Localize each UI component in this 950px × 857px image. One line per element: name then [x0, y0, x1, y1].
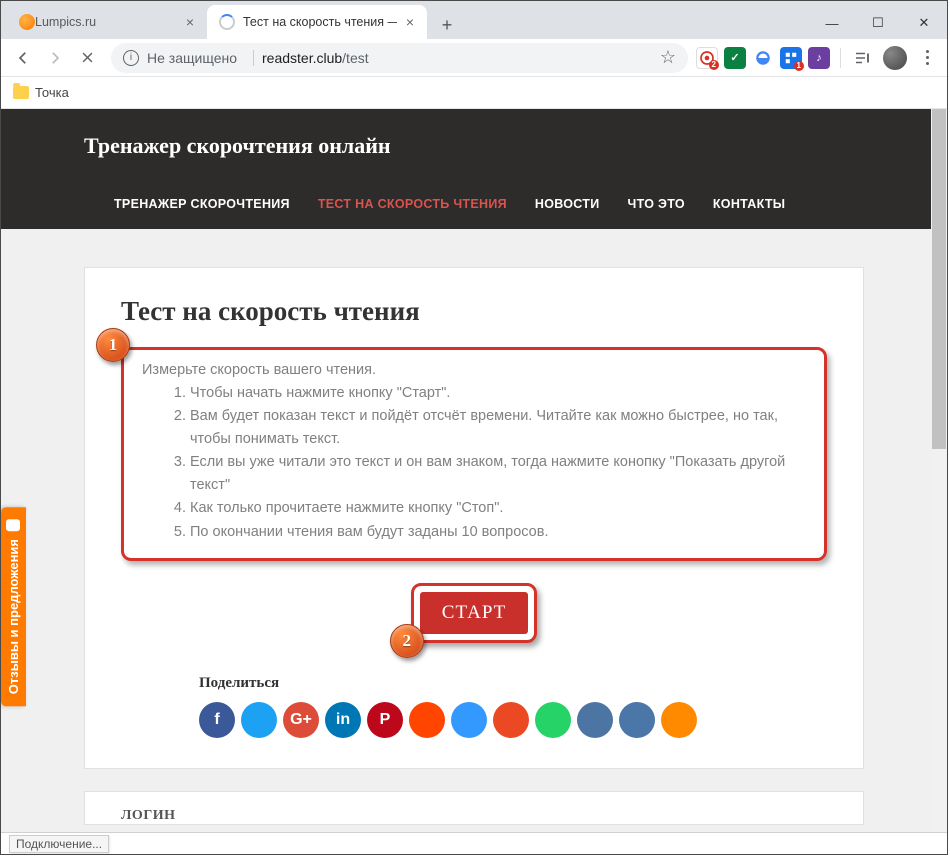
info-icon[interactable]: i: [123, 50, 139, 66]
annotation-marker-2: 2: [390, 624, 424, 658]
instructions-callout: 1 Измерьте скорость вашего чтения. Чтобы…: [121, 347, 827, 561]
instruction-step: Вам будет показан текст и пойдёт отсчёт …: [190, 405, 806, 450]
bookmark-folder[interactable]: Точка: [13, 85, 69, 100]
share-icon[interactable]: [451, 702, 487, 738]
share-title: Поделиться: [199, 675, 827, 692]
tab-title: Тест на скорость чтения — Тре: [243, 15, 397, 29]
close-icon[interactable]: ×: [403, 15, 417, 29]
tabstrip: Lumpics.ru × Тест на скорость чтения — Т…: [1, 5, 461, 39]
profile-avatar[interactable]: [883, 46, 907, 70]
tab-readster[interactable]: Тест на скорость чтения — Тре ×: [207, 5, 427, 39]
page-body: Тест на скорость чтения 1 Измерьте скоро…: [1, 229, 947, 829]
share-icon[interactable]: f: [199, 702, 235, 738]
share-icon[interactable]: [577, 702, 613, 738]
divider: [840, 48, 841, 68]
loading-spinner-icon: [219, 14, 235, 30]
share-icon[interactable]: in: [325, 702, 361, 738]
share-icons: f G+inP: [199, 702, 827, 738]
bookmark-star-icon[interactable]: ☆: [660, 47, 676, 68]
forward-button: [39, 42, 71, 74]
statusbar: Подключение...: [1, 832, 947, 854]
bookmarks-bar: Точка: [1, 77, 947, 109]
window-controls: ― ☐ ✕: [809, 7, 947, 39]
toolbar: i Не защищено readster.club/test ☆ 2 ✓ 1…: [1, 39, 947, 77]
annotation-marker-1: 1: [96, 328, 130, 362]
share-icon[interactable]: G+: [283, 702, 319, 738]
article-card: Тест на скорость чтения 1 Измерьте скоро…: [84, 267, 864, 769]
tab-lumpics[interactable]: Lumpics.ru ×: [7, 5, 207, 39]
bookmark-label: Точка: [35, 85, 69, 100]
extension-icon[interactable]: 1: [780, 47, 802, 69]
url-text: readster.club/test: [262, 50, 369, 66]
nav-news[interactable]: НОВОСТИ: [535, 197, 600, 211]
scrollbar[interactable]: [931, 109, 947, 832]
page-header: Тренажер скорочтения онлайн ТРЕНАЖЕР СКО…: [1, 109, 947, 229]
share-icon[interactable]: P: [367, 702, 403, 738]
stop-reload-button[interactable]: [71, 42, 103, 74]
extension-icons: 2 ✓ 1 ♪: [696, 47, 873, 69]
nav-contacts[interactable]: КОНТАКТЫ: [713, 197, 785, 211]
extension-icon[interactable]: ✓: [724, 47, 746, 69]
share-icon[interactable]: [241, 702, 277, 738]
folder-icon: [13, 86, 29, 99]
site-title[interactable]: Тренажер скорочтения онлайн: [84, 133, 864, 181]
extension-icon[interactable]: [752, 47, 774, 69]
share-block: Поделиться f G+inP: [199, 675, 827, 738]
minimize-button[interactable]: ―: [809, 7, 855, 39]
login-card: ЛОГИН: [84, 791, 864, 825]
extension-icon[interactable]: 2: [696, 47, 718, 69]
maximize-button[interactable]: ☐: [855, 7, 901, 39]
share-icon[interactable]: [409, 702, 445, 738]
share-icon[interactable]: [661, 702, 697, 738]
tab-title: Lumpics.ru: [35, 15, 177, 29]
status-text: Подключение...: [9, 835, 109, 853]
share-icon[interactable]: [493, 702, 529, 738]
scroll-thumb[interactable]: [932, 109, 946, 449]
share-icon[interactable]: [619, 702, 655, 738]
start-callout: СТАРТ 2: [411, 583, 537, 643]
feedback-tab[interactable]: Отзывы и предложения: [1, 507, 26, 706]
nav-about[interactable]: ЧТО ЭТО: [628, 197, 685, 211]
instruction-step: Как только прочитаете нажмите кнопку "Ст…: [190, 497, 806, 519]
share-icon[interactable]: [535, 702, 571, 738]
back-button[interactable]: [7, 42, 39, 74]
viewport: Тренажер скорочтения онлайн ТРЕНАЖЕР СКО…: [1, 109, 947, 832]
close-button[interactable]: ✕: [901, 7, 947, 39]
reading-list-icon[interactable]: [851, 47, 873, 69]
article-title: Тест на скорость чтения: [121, 296, 827, 327]
browser-window: Lumpics.ru × Тест на скорость чтения — Т…: [0, 0, 948, 855]
instructions-list: Чтобы начать нажмите кнопку "Старт". Вам…: [142, 382, 806, 543]
new-tab-button[interactable]: +: [433, 11, 461, 39]
instruction-step: Если вы уже читали это текст и он вам зн…: [190, 451, 806, 496]
close-icon[interactable]: ×: [183, 15, 197, 29]
main-nav: ТРЕНАЖЕР СКОРОЧТЕНИЯ ТЕСТ НА СКОРОСТЬ ЧТ…: [84, 181, 864, 229]
favicon-icon: [19, 14, 35, 30]
start-button[interactable]: СТАРТ: [420, 592, 528, 634]
extension-icon[interactable]: ♪: [808, 47, 830, 69]
instruction-step: По окончании чтения вам будут заданы 10 …: [190, 521, 806, 543]
titlebar: Lumpics.ru × Тест на скорость чтения — Т…: [1, 1, 947, 39]
feedback-label: Отзывы и предложения: [6, 539, 21, 694]
address-bar[interactable]: i Не защищено readster.club/test ☆: [111, 43, 688, 73]
start-wrap: СТАРТ 2: [121, 583, 827, 643]
badge: 2: [709, 60, 719, 70]
instruction-step: Чтобы начать нажмите кнопку "Старт".: [190, 382, 806, 404]
nav-test[interactable]: ТЕСТ НА СКОРОСТЬ ЧТЕНИЯ: [318, 197, 507, 211]
nav-trainer[interactable]: ТРЕНАЖЕР СКОРОЧТЕНИЯ: [114, 197, 290, 211]
security-label: Не защищено: [147, 50, 237, 66]
divider: [253, 50, 254, 66]
chat-bubble-icon: [7, 519, 21, 531]
login-title: ЛОГИН: [121, 808, 827, 824]
menu-button[interactable]: [913, 44, 941, 71]
instructions-intro: Измерьте скорость вашего чтения.: [142, 362, 806, 378]
badge: 1: [794, 61, 804, 71]
